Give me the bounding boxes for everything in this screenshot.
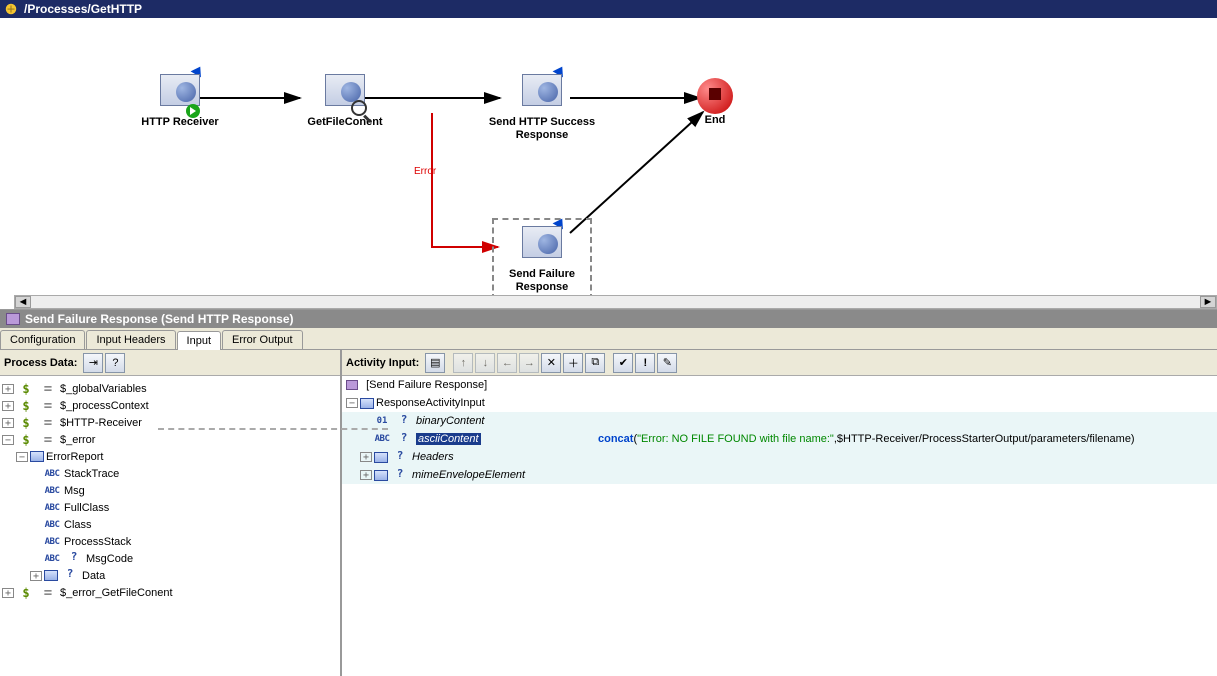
- show-mode-button[interactable]: ▤: [425, 353, 445, 373]
- horizontal-scrollbar[interactable]: ◄ ►: [14, 295, 1217, 309]
- validate-button[interactable]: ✔: [613, 353, 633, 373]
- move-down-button[interactable]: ↓: [475, 353, 495, 373]
- node-label: Send HTTP Success Response: [477, 116, 607, 142]
- activity-input-header: Activity Input: ▤ ↑ ↓ ← → ✕ ＋ ⧉ ✔ ! ✎: [342, 350, 1217, 376]
- tree-item[interactable]: [Send Failure Response]: [342, 376, 1217, 394]
- process-data-pane: Process Data: ⇥ ? +$=$_globalVariables +…: [0, 350, 342, 676]
- activity-input-title: Activity Input:: [346, 357, 419, 369]
- delete-button[interactable]: ✕: [541, 353, 561, 373]
- magnifier-icon: [351, 100, 367, 116]
- move-left-button[interactable]: ←: [497, 353, 517, 373]
- help-button[interactable]: ?: [105, 353, 125, 373]
- mapping-expression[interactable]: concat("Error: NO FILE FOUND with file n…: [594, 433, 1217, 445]
- tree-item[interactable]: +?Headers: [342, 448, 1217, 466]
- activity-icon: [6, 313, 20, 325]
- breadcrumb-path: /Processes/GetHTTP: [24, 2, 142, 16]
- tree-item[interactable]: ABC?MsgCode: [2, 550, 338, 567]
- errors-button[interactable]: !: [635, 353, 655, 373]
- node-label: Send Failure Response: [496, 268, 588, 294]
- activity-panel-title: Send Failure Response (Send HTTP Respons…: [0, 310, 1217, 328]
- tree-item[interactable]: 01?binaryContent: [342, 412, 1217, 430]
- node-label: End: [670, 114, 760, 127]
- add-sibling-button[interactable]: ⧉: [585, 353, 605, 373]
- tab-input-headers[interactable]: Input Headers: [86, 330, 175, 349]
- process-icon: [4, 2, 18, 16]
- tree-item[interactable]: +?mimeEnvelopeElement: [342, 466, 1217, 484]
- tree-item[interactable]: +$=$_error_GetFileConent: [2, 584, 338, 601]
- play-badge-icon: [186, 104, 200, 118]
- transition-error-label: Error: [414, 166, 436, 177]
- node-label: GetFileConent: [285, 116, 405, 129]
- goto-button[interactable]: ⇥: [83, 353, 103, 373]
- node-label: HTTP Receiver: [120, 116, 240, 129]
- breadcrumb: /Processes/GetHTTP: [0, 0, 1217, 18]
- activity-input-pane: Activity Input: ▤ ↑ ↓ ← → ✕ ＋ ⧉ ✔ ! ✎ [S…: [342, 350, 1217, 676]
- add-child-button[interactable]: ＋: [563, 353, 583, 373]
- globe-icon: [522, 226, 562, 258]
- node-send-failure-response-selected[interactable]: Send Failure Response: [492, 218, 592, 300]
- tree-item[interactable]: ABCClass: [2, 516, 338, 533]
- tab-error-output[interactable]: Error Output: [222, 330, 303, 349]
- tree-item-ascii-content-selected[interactable]: ABC?asciiContent concat("Error: NO FILE …: [342, 430, 1217, 448]
- tree-item[interactable]: −ResponseActivityInput: [342, 394, 1217, 412]
- node-end[interactable]: End: [670, 78, 760, 127]
- node-get-file-content[interactable]: GetFileConent: [285, 74, 405, 129]
- tree-item[interactable]: −ErrorReport: [2, 448, 338, 465]
- tab-configuration[interactable]: Configuration: [0, 330, 85, 349]
- scroll-left-button[interactable]: ◄: [15, 296, 31, 308]
- tree-item[interactable]: ABCStackTrace: [2, 465, 338, 482]
- edit-button[interactable]: ✎: [657, 353, 677, 373]
- process-data-tree[interactable]: +$=$_globalVariables +$=$_processContext…: [0, 376, 340, 676]
- tree-item[interactable]: +?Data: [2, 567, 338, 584]
- tree-item[interactable]: +$=$HTTP-Receiver: [2, 414, 338, 431]
- end-icon: [697, 78, 733, 114]
- node-send-http-success[interactable]: Send HTTP Success Response: [477, 74, 607, 142]
- globe-icon: [160, 74, 200, 106]
- scroll-track[interactable]: [31, 296, 1200, 308]
- activity-tabstrip: Configuration Input Headers Input Error …: [0, 328, 1217, 350]
- process-canvas[interactable]: Error HTTP Receiver GetFileConent Send H…: [0, 18, 1217, 310]
- scroll-right-button[interactable]: ►: [1200, 296, 1216, 308]
- tab-input[interactable]: Input: [177, 331, 221, 350]
- tree-item[interactable]: −$=$_error: [2, 431, 338, 448]
- activity-input-tree[interactable]: [Send Failure Response] −ResponseActivit…: [342, 376, 1217, 676]
- panel-title-text: Send Failure Response (Send HTTP Respons…: [25, 312, 294, 326]
- process-data-title: Process Data:: [4, 357, 77, 369]
- move-right-button[interactable]: →: [519, 353, 539, 373]
- globe-icon: [522, 74, 562, 106]
- move-up-button[interactable]: ↑: [453, 353, 473, 373]
- tree-item[interactable]: +$=$_processContext: [2, 397, 338, 414]
- tree-item[interactable]: ABCMsg: [2, 482, 338, 499]
- node-http-receiver[interactable]: HTTP Receiver: [120, 74, 240, 129]
- tree-item[interactable]: +$=$_globalVariables: [2, 380, 338, 397]
- process-data-header: Process Data: ⇥ ?: [0, 350, 340, 376]
- tree-item[interactable]: ABCFullClass: [2, 499, 338, 516]
- tree-item[interactable]: ABCProcessStack: [2, 533, 338, 550]
- activity-mini-icon: [346, 380, 358, 390]
